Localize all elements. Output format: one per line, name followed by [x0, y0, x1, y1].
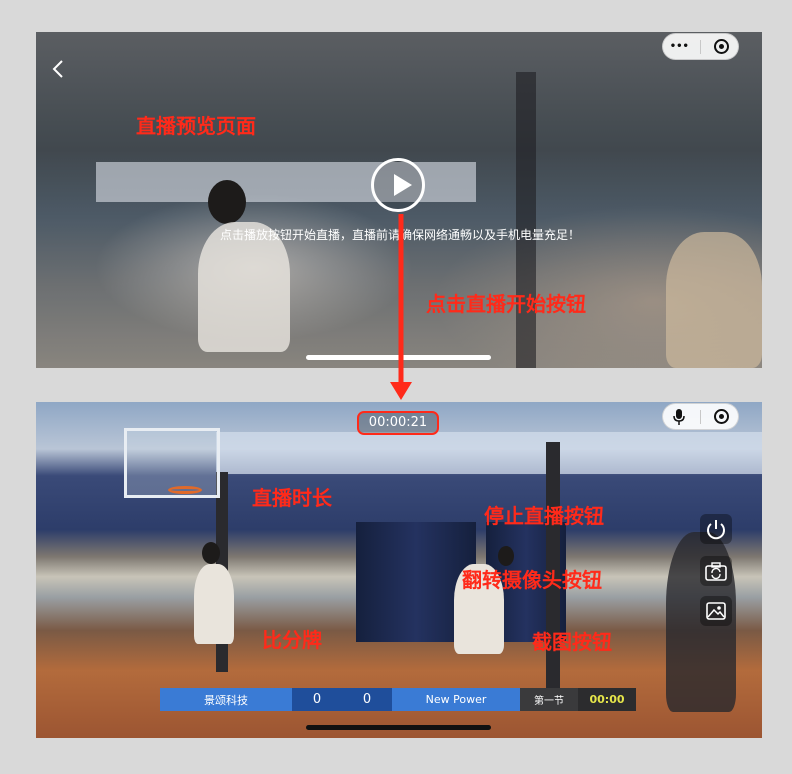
- scene-beam: [516, 72, 536, 368]
- home-team-name: 景颂科技: [160, 688, 292, 711]
- period-label: 第一节: [520, 688, 578, 711]
- scene-player: [194, 564, 234, 644]
- scene-player-head-2: [498, 546, 514, 566]
- home-score: 0: [292, 688, 342, 711]
- scene-rim: [168, 486, 202, 494]
- preview-hint: 点击播放按钮开始直播，直播前请确保网络通畅以及手机电量充足！: [219, 228, 580, 242]
- stop-button-annotation: 停止直播按钮: [484, 504, 604, 528]
- camera-flip-icon[interactable]: [700, 556, 732, 586]
- more-icon[interactable]: •••: [667, 38, 691, 56]
- home-indicator: [306, 355, 491, 360]
- capsule-menu: •••: [662, 33, 739, 60]
- capsule-divider: [699, 39, 701, 54]
- flip-camera-annotation: 翻转摄像头按钮: [462, 568, 602, 592]
- preview-page-label: 直播预览页面: [136, 114, 256, 138]
- capsule-menu-live: [662, 403, 739, 430]
- scene-banner: [216, 432, 762, 474]
- image-icon[interactable]: [700, 596, 732, 626]
- duration-annotation: 直播时长: [252, 486, 332, 510]
- capsule-divider: [699, 409, 701, 424]
- scene-player-head: [208, 180, 246, 224]
- screenshot-annotation: 截图按钮: [532, 630, 612, 654]
- target-icon[interactable]: [710, 38, 734, 56]
- home-indicator-live: [306, 725, 491, 730]
- away-team-name: New Power: [392, 688, 520, 711]
- scoreboard-annotation: 比分牌: [262, 628, 322, 652]
- scene-player-2: [666, 232, 762, 368]
- scoreboard: 景颂科技 0 0 New Power 第一节 00:00: [160, 688, 636, 711]
- scene-player-head: [202, 542, 220, 564]
- game-clock: 00:00: [578, 688, 636, 711]
- target-icon[interactable]: [710, 408, 734, 426]
- power-icon[interactable]: [700, 514, 732, 544]
- play-icon[interactable]: [371, 158, 425, 212]
- start-button-annotation: 点击直播开始按钮: [426, 292, 586, 316]
- away-score: 0: [342, 688, 392, 711]
- back-icon[interactable]: [48, 58, 70, 80]
- mic-icon[interactable]: [667, 408, 691, 426]
- live-timer: 00:00:21: [357, 411, 439, 435]
